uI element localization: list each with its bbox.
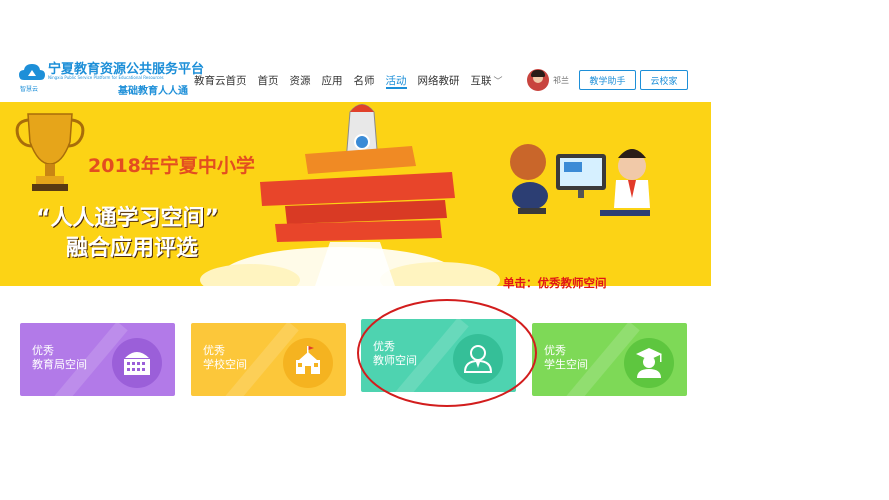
teaching-assistant-button[interactable]: 教学助手 [579, 70, 636, 90]
card-line2: 教育局空间 [32, 358, 87, 371]
nav-item-interconnect[interactable]: 互联 ﹀ [471, 73, 503, 89]
nav-item-online-research[interactable]: 网络教研 [418, 73, 460, 89]
nav-item-home[interactable]: 首页 [258, 73, 279, 89]
logo-small-text: 智慧云 [20, 86, 39, 93]
avatar[interactable] [527, 69, 549, 91]
graduate-icon [624, 338, 674, 388]
banner-title-line3: 融合应用评选 [66, 236, 199, 261]
highlight-ring [357, 299, 537, 407]
building-icon [112, 338, 162, 388]
banner-title-line2: “人人通学习空间” [36, 206, 219, 231]
card-line2: 学生空间 [544, 358, 588, 371]
logo-subtitle: Ningxia Public Service Platform for Educ… [48, 75, 164, 80]
nav-item-edu-cloud-home[interactable]: 教育云首页 [194, 73, 247, 89]
nav-item-teachers[interactable]: 名师 [354, 73, 375, 89]
cloud-logo-icon [19, 64, 45, 80]
logo-tagline: 基础教育人人通 [118, 86, 188, 97]
instruction-annotation: 单击：优秀教师空间 [503, 276, 607, 290]
user-name[interactable]: 祁兰 [553, 75, 569, 86]
nav-item-activities[interactable]: 活动 [385, 73, 407, 89]
banner-title-line1: 2018年宁夏中小学 [88, 155, 255, 177]
card-excellent-bureau-space[interactable]: 优秀 教育局空间 [20, 323, 175, 396]
nav-item-resources[interactable]: 资源 [290, 73, 311, 89]
card-excellent-school-space[interactable]: 优秀 学校空间 [191, 323, 346, 396]
people-computer-illustration [510, 144, 650, 216]
avatar-hair [531, 70, 545, 77]
platform-logo[interactable]: 智慧云 宁夏教育资源公共服务平台 Ningxia Public Service … [18, 58, 204, 98]
trophy-icon [15, 113, 85, 191]
school-icon [283, 338, 333, 388]
nav-item-apps[interactable]: 应用 [322, 73, 343, 89]
card-line2: 学校空间 [203, 358, 247, 371]
card-excellent-student-space[interactable]: 优秀 学生空间 [532, 323, 687, 396]
cloud-campus-button[interactable]: 云校家 [640, 70, 688, 90]
nav-item-interconnect-label: 互联 [470, 75, 492, 87]
main-nav: 教育云首页 首页 资源 应用 名师 活动 网络教研 互联 ﹀ [194, 73, 514, 89]
activity-banner[interactable]: 2018年宁夏中小学 “人人通学习空间” 融合应用评选 [0, 102, 711, 286]
chevron-down-icon: ﹀ [493, 77, 503, 87]
